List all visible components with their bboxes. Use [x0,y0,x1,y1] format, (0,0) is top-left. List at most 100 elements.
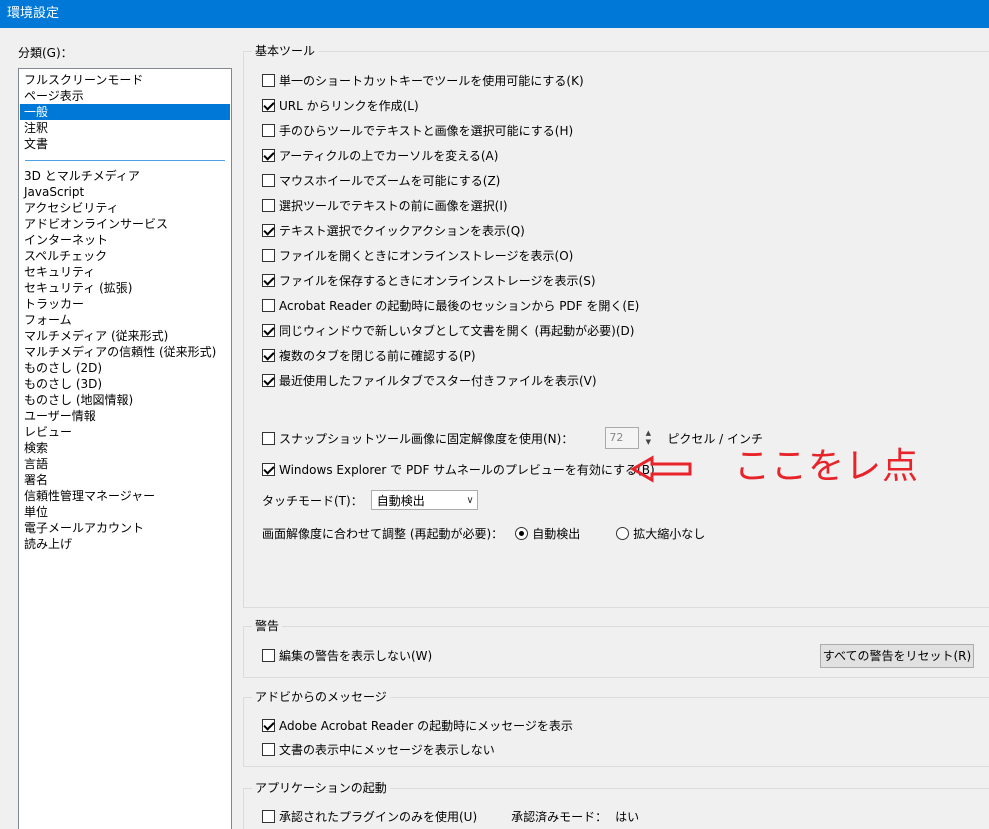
category-item[interactable]: 検索 [20,440,230,456]
checkbox-label: 最近使用したファイルタブでスター付きファイルを表示(V) [279,373,597,388]
checkbox-option-row[interactable]: 選択ツールでテキストの前に画像を選択(I) [262,196,508,214]
checkbox-label: 手のひらツールでテキストと画像を選択可能にする(H) [279,123,574,138]
checkbox[interactable] [262,123,275,137]
spin-up-icon[interactable]: ▲ [646,429,651,438]
category-item[interactable]: 信頼性管理マネージャー [20,488,230,504]
checkbox-label: テキスト選択でクイックアクションを表示(Q) [279,223,525,238]
checkbox[interactable] [262,223,275,237]
checkbox-option-row[interactable]: 単一のショートカットキーでツールを使用可能にする(K) [262,71,584,89]
checkbox-option-row[interactable]: 文書の表示中にメッセージを表示しない [262,740,495,758]
chevron-down-icon: ∨ [466,494,474,506]
touch-mode-select[interactable]: 自動検出 ∨ [370,490,478,510]
category-item[interactable]: スペルチェック [20,248,230,264]
checkbox[interactable] [262,373,275,387]
category-item[interactable]: 一般 [20,104,230,120]
category-item[interactable]: 文書 [20,136,230,152]
approved-mode-value: はい [615,809,640,824]
category-item[interactable]: 読み上げ [20,536,230,552]
checkbox[interactable] [262,742,275,756]
plugin-option-row[interactable]: 承認されたプラグインのみを使用(U) 承認済みモード： はい [262,807,639,825]
checkbox-option-row[interactable]: URL からリンクを作成(L) [262,96,419,114]
warning-option-row[interactable]: 編集の警告を表示しない(W) [262,646,432,664]
checkbox-option-row[interactable]: Adobe Acrobat Reader の起動時にメッセージを表示 [262,716,573,734]
checkbox[interactable] [262,73,275,87]
checkbox-label: 承認されたプラグインのみを使用(U) [279,809,478,824]
window-title: 環境設定 [0,0,989,28]
category-item[interactable]: セキュリティ [20,264,230,280]
checkbox[interactable] [262,173,275,187]
checkbox-label: URL からリンクを作成(L) [279,98,419,113]
checkbox-option-row[interactable]: 複数のタブを閉じる前に確認する(P) [262,346,476,364]
checkbox-label: スナップショットツール画像に固定解像度を使用(N)： [279,431,574,446]
category-item[interactable]: インターネット [20,232,230,248]
category-item[interactable]: ユーザー情報 [20,408,230,424]
checkbox-label: マウスホイールでズームを可能にする(Z) [279,173,501,188]
annotation-text: ここをレ点 [734,446,920,487]
warnings-group: 警告 編集の警告を表示しない(W) すべての警告をリセット(R) [243,618,989,678]
category-item[interactable]: ものさし (3D) [20,376,230,392]
category-item[interactable]: マルチメディア (従来形式) [20,328,230,344]
category-item[interactable]: JavaScript [20,184,230,200]
category-item[interactable]: ものさし (地図情報) [20,392,230,408]
checkbox[interactable] [262,462,275,476]
checkbox-option-row[interactable]: テキスト選択でクイックアクションを表示(Q) [262,221,525,239]
checkbox[interactable] [262,248,275,262]
category-item[interactable]: ものさし (2D) [20,360,230,376]
category-item[interactable]: レビュー [20,424,230,440]
category-item[interactable]: アクセシビリティ [20,200,230,216]
category-item[interactable]: セキュリティ (拡張) [20,280,230,296]
category-item[interactable]: 言語 [20,456,230,472]
group-title: アプリケーションの起動 [252,780,390,796]
checkbox-option-row[interactable]: アーティクルの上でカーソルを変える(A) [262,146,498,164]
category-item[interactable]: フォーム [20,312,230,328]
checkbox-option-row[interactable]: 同じウィンドウで新しいタブとして文書を開く (再起動が必要)(D) [262,321,634,339]
approved-mode-label: 承認済みモード： [511,809,608,824]
checkbox-label: 単一のショートカットキーでツールを使用可能にする(K) [279,73,584,88]
resolution-label: 画面解像度に合わせて調整 (再起動が必要)： [262,526,504,541]
checkbox-option-row[interactable]: マウスホイールでズームを可能にする(Z) [262,171,500,189]
radio-no-scaling[interactable] [616,526,630,540]
category-item[interactable]: トラッカー [20,296,230,312]
radio-label: 拡大縮小なし [633,526,706,541]
category-item[interactable]: 署名 [20,472,230,488]
checkbox-option-row[interactable]: 手のひらツールでテキストと画像を選択可能にする(H) [262,121,573,139]
resolution-stepper[interactable]: 72 ▲ ▼ [605,427,655,449]
checkbox-label: Windows Explorer で PDF サムネールのプレビューを有効にする… [279,462,655,477]
category-item[interactable]: アドビオンラインサービス [20,216,230,232]
checkbox-option-row[interactable]: Acrobat Reader の起動時に最後のセッションから PDF を開く(E… [262,296,639,314]
checkbox[interactable] [262,148,275,162]
category-separator [25,160,225,161]
checkbox[interactable] [262,273,275,287]
checkbox-option-row[interactable]: ファイルを開くときにオンラインストレージを表示(O) [262,246,573,264]
app-startup-group: アプリケーションの起動 承認されたプラグインのみを使用(U) 承認済みモード： … [243,780,989,829]
snapshot-resolution-row[interactable]: スナップショットツール画像に固定解像度を使用(N)： 72 ▲ ▼ ピクセル /… [262,427,763,449]
category-item[interactable]: フルスクリーンモード [20,72,230,88]
checkbox[interactable] [262,323,275,337]
checkbox[interactable] [262,718,275,732]
checkbox[interactable] [262,648,275,662]
reset-warnings-button[interactable]: すべての警告をリセット(R) [820,644,974,668]
touch-mode-label: タッチモード(T)： [262,493,363,508]
checkbox[interactable] [262,298,275,312]
category-item[interactable]: マルチメディアの信頼性 (従来形式) [20,344,230,360]
checkbox[interactable] [262,809,275,823]
checkbox-option-row[interactable]: ファイルを保存するときにオンラインストレージを表示(S) [262,271,596,289]
checkbox[interactable] [262,98,275,112]
category-item[interactable]: 3D とマルチメディア [20,168,230,184]
checkbox[interactable] [262,431,275,445]
checkbox-label: Adobe Acrobat Reader の起動時にメッセージを表示 [279,718,573,733]
explorer-preview-row[interactable]: Windows Explorer で PDF サムネールのプレビューを有効にする… [262,460,655,478]
category-list[interactable]: フルスクリーンモード ページ表示 一般 注釈 文書 3D とマルチメディア JavaScri… [18,68,232,829]
checkbox[interactable] [262,348,275,362]
category-item[interactable]: 電子メールアカウント [20,520,230,536]
touch-mode-row: タッチモード(T)： 自動検出 ∨ [262,489,478,511]
checkbox[interactable] [262,198,275,212]
category-item[interactable]: ページ表示 [20,88,230,104]
spin-down-icon[interactable]: ▼ [646,438,651,447]
checkbox-label: ファイルを保存するときにオンラインストレージを表示(S) [279,273,596,288]
category-item[interactable]: 注釈 [20,120,230,136]
category-item[interactable]: 単位 [20,504,230,520]
radio-auto-detect[interactable] [515,526,529,540]
checkbox-option-row[interactable]: 最近使用したファイルタブでスター付きファイルを表示(V) [262,371,597,389]
resolution-value[interactable]: 72 [605,427,640,449]
